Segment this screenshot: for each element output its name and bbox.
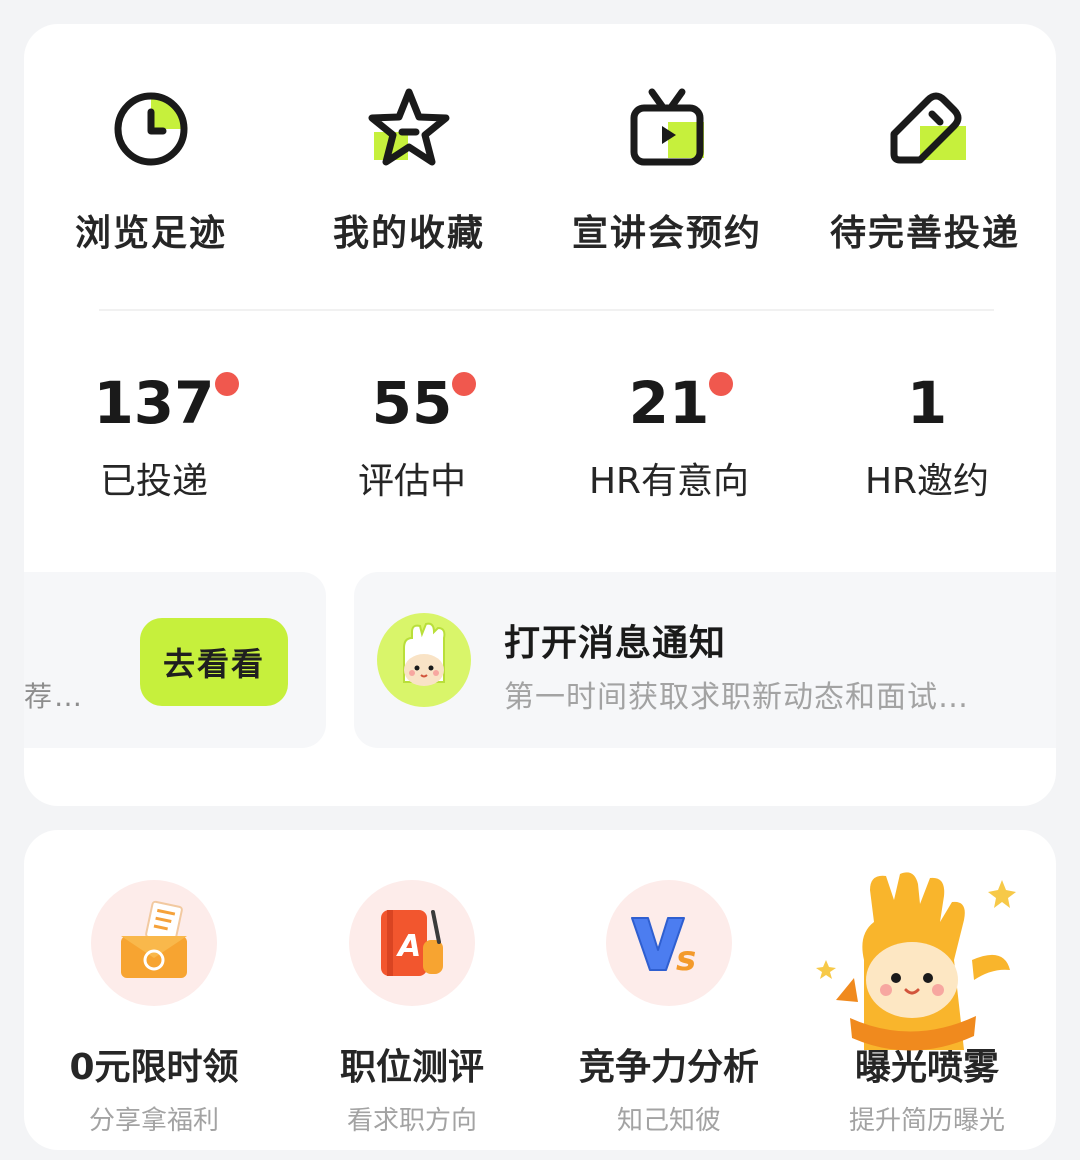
- notification-banner[interactable]: 打开消息通知 第一时间获取求职新动态和面试…: [354, 572, 1056, 748]
- stat-hr-invitations[interactable]: 1 HR邀约: [807, 364, 1047, 514]
- stat-hr-interested[interactable]: 21 HR有意向: [549, 364, 789, 514]
- features-card: 0元限时领 分享拿福利 A 职位测评 看求职方向 s 竞争力分析 知己知彼 曝光…: [24, 830, 1056, 1150]
- svg-text:s: s: [676, 939, 696, 979]
- shortcut-label: 浏览足迹: [74, 213, 227, 254]
- tag-edit-icon: [890, 92, 966, 164]
- feature-icon-bg: [91, 880, 217, 1006]
- feature-title: 职位测评: [339, 1047, 484, 1088]
- quick-access-card: 浏览足迹 我的收藏 宣讲会预约 待完善投递 137 已投递 55 评估中 21 …: [24, 24, 1056, 806]
- shortcut-pending-applications[interactable]: 待完善投递: [825, 84, 1025, 264]
- stat-label: HR邀约: [864, 461, 990, 502]
- tv-play-icon: [630, 88, 704, 166]
- shortcut-label: 我的收藏: [332, 213, 485, 254]
- promo-banner-left[interactable]: 荐… 去看看: [24, 572, 326, 748]
- stat-value: 1: [906, 369, 948, 437]
- stat-value: 137: [93, 369, 215, 437]
- shortcuts-row: 浏览足迹 我的收藏 宣讲会预约 待完善投递: [24, 84, 1056, 274]
- mascot-glove-icon: [377, 613, 471, 707]
- star-icon: [368, 88, 450, 166]
- stat-label: 已投递: [99, 461, 208, 502]
- book-pen-icon: A: [381, 910, 443, 976]
- shortcut-history[interactable]: 浏览足迹: [51, 84, 251, 264]
- feature-icon-bg: s: [606, 880, 732, 1006]
- stat-label: 评估中: [357, 461, 466, 502]
- notification-dot: [709, 372, 734, 396]
- stat-evaluating[interactable]: 55 评估中: [292, 364, 532, 514]
- shortcut-seminar-booking[interactable]: 宣讲会预约: [567, 84, 767, 264]
- notification-dot: [214, 372, 239, 396]
- stat-value: 21: [628, 369, 710, 437]
- shortcut-label: 宣讲会预约: [571, 213, 762, 254]
- feature-competitiveness[interactable]: s 竞争力分析 知己知彼: [549, 880, 789, 1160]
- stat-applied[interactable]: 137 已投递: [34, 364, 274, 514]
- clock-icon: [114, 92, 188, 166]
- svg-text:A: A: [396, 929, 421, 964]
- notification-dot: [452, 372, 477, 396]
- feature-title: 竞争力分析: [578, 1047, 759, 1088]
- feature-icon-bg: A: [349, 880, 475, 1006]
- stat-label: HR有意向: [588, 461, 750, 502]
- feature-job-assessment[interactable]: A 职位测评 看求职方向: [292, 880, 532, 1160]
- promo-truncated-text: 荐…: [24, 680, 85, 713]
- stat-value: 55: [371, 369, 453, 437]
- notification-subtitle: 第一时间获取求职新动态和面试…: [504, 680, 969, 715]
- shortcut-label: 待完善投递: [829, 213, 1020, 254]
- gift-envelope-icon: [121, 900, 187, 978]
- notification-title: 打开消息通知: [504, 623, 727, 664]
- feature-title: 0元限时领: [69, 1047, 239, 1088]
- vs-icon: s: [631, 917, 696, 979]
- section-divider: [99, 309, 994, 311]
- shortcut-favorites[interactable]: 我的收藏: [309, 84, 509, 264]
- feature-free-claim[interactable]: 0元限时领 分享拿福利: [34, 880, 274, 1160]
- go-check-button[interactable]: 去看看: [140, 618, 288, 706]
- mascot-icon: [816, 872, 1016, 1051]
